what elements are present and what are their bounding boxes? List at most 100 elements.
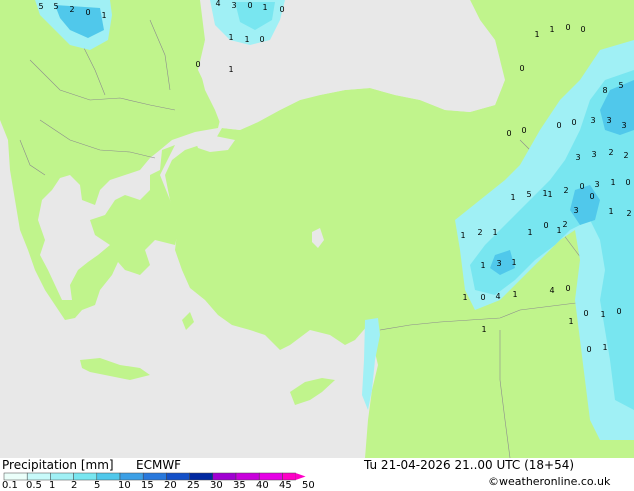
precipitation-map: 5 5 2 0 14 3 0 1 01 1 00111 0 00850 00 0 3 333 3 2 21 2 0 3 1 00… (0, 0, 634, 458)
precip-value-label: 1 (262, 3, 267, 12)
precip-value-label: 5 (53, 2, 58, 11)
colorbar-tick-label: 2 (71, 480, 78, 491)
precip-value-label: 1 (244, 35, 249, 44)
precip-value-label: 2 (626, 209, 631, 218)
colorbar-tick-label: 45 (279, 480, 292, 491)
precip-value-label: 3 (231, 1, 236, 10)
precip-value-label: 0 (625, 178, 630, 187)
colorbar-tick-label: 1 (49, 480, 56, 491)
colorbar-tick-label: 20 (164, 480, 177, 491)
precip-value-label: 1 (228, 65, 233, 74)
precip-value-label: 3 (575, 153, 580, 162)
precip-value-label: 2 (608, 148, 613, 157)
precip-value-label: 1 (527, 228, 532, 237)
precip-value-label: 0 (543, 221, 548, 230)
credit-text: ©weatheronline.co.uk (488, 475, 611, 488)
colorbar-segment (50, 472, 74, 481)
precip-value-label: 4 (495, 292, 500, 301)
colorbar-tick-label: 30 (210, 480, 223, 491)
precip-value-label: 3 (591, 150, 596, 159)
precip-value-label: 3 (573, 206, 578, 215)
precip-value-label: 0 (579, 182, 584, 191)
precip-value-label: 1 (228, 33, 233, 42)
precip-value-label: 0 (279, 5, 284, 14)
precip-value-label: 1 (460, 231, 465, 240)
colorbar-segment (26, 472, 51, 481)
precip-value-label: 1 (542, 189, 547, 198)
colorbar-segment (282, 472, 296, 481)
precip-value-label: 1 (480, 261, 485, 270)
precip-value-label: 1 (510, 193, 515, 202)
precip-value-label: 1 (602, 343, 607, 352)
colorbar-tick-label: 35 (233, 480, 246, 491)
precip-value-label: 1 (568, 317, 573, 326)
colorbar-segment (212, 472, 237, 481)
precip-value-label: 1 (549, 25, 554, 34)
colorbar-segment (235, 472, 260, 481)
precip-value-label: 0 (586, 345, 591, 354)
precip-value-label: 3 (594, 180, 599, 189)
precip-value-label: 3 (496, 259, 501, 268)
precip-value-label: 0 (519, 64, 524, 73)
precip-value-label: 3 (590, 116, 595, 125)
precip-value-label: 1 (534, 30, 539, 39)
precip-value-label: 8 (602, 86, 607, 95)
precip-value-label: 5 (526, 190, 531, 199)
colorbar-tick-label: 10 (118, 480, 131, 491)
precip-value-label: 1 (481, 325, 486, 334)
precip-value-label: 1 (492, 228, 497, 237)
forecast-datetime: Tu 21-04-2026 21..00 UTC (18+54) (364, 458, 575, 472)
precip-value-label: 0 (85, 8, 90, 17)
precip-value-label: 3 (621, 121, 626, 130)
precip-value-label: 1 (101, 11, 106, 20)
colorbar-segment (142, 472, 167, 481)
colorbar-segment (258, 472, 283, 481)
precip-value-label: 3 (606, 116, 611, 125)
colorbar-tick-label: 40 (256, 480, 269, 491)
precipitation-title: Precipitation [mm] (2, 458, 114, 472)
colorbar-segment (96, 472, 121, 481)
precip-value-label: 4 (215, 0, 220, 8)
precip-value-label: 0 (565, 284, 570, 293)
precip-value-label: 1 (556, 226, 561, 235)
precip-value-label: 0 (195, 60, 200, 69)
precip-value-label: 0 (565, 23, 570, 32)
precip-value-label: 1 (600, 310, 605, 319)
colorbar-segment (73, 472, 98, 481)
precip-value-label: 2 (477, 228, 482, 237)
precip-value-label: 0 (480, 293, 485, 302)
precip-value-label: 0 (259, 35, 264, 44)
colorbar-tick-label: 5 (94, 480, 101, 491)
precip-value-label: 2 (563, 186, 568, 195)
colorbar-tick-label: 0.1 (2, 480, 18, 491)
precip-value-label: 0 (589, 192, 594, 201)
precip-value-label: 0 (556, 121, 561, 130)
precip-value-label: 4 (549, 286, 554, 295)
precip-value-label: 1 (610, 178, 615, 187)
colorbar-arrow (295, 473, 306, 480)
precip-value-label: 0 (583, 309, 588, 318)
model-name: ECMWF (136, 458, 182, 472)
precip-value-label: 5 (618, 81, 623, 90)
colorbar-segment (166, 472, 190, 481)
colorbar-segment (189, 472, 214, 481)
colorbar-segment (119, 472, 144, 481)
precip-value-label: 1 (462, 293, 467, 302)
precip-value-label: 0 (616, 307, 621, 316)
colorbar-tick-label: 25 (187, 480, 200, 491)
colorbar-segment (3, 472, 28, 481)
precip-value-label: 0 (580, 25, 585, 34)
precip-value-label: 5 (38, 2, 43, 11)
precip-value-label: 0 (506, 129, 511, 138)
precip-value-label: 2 (562, 220, 567, 229)
precip-value-label: 1 (547, 190, 552, 199)
precip-value-label: 0 (571, 118, 576, 127)
precip-value-label: 0 (521, 126, 526, 135)
colorbar-tick-label: 0.5 (26, 480, 42, 491)
precip-value-label: 2 (69, 5, 74, 14)
precip-value-label: 1 (608, 207, 613, 216)
precip-value-label: 2 (623, 151, 628, 160)
precip-value-label: 1 (512, 290, 517, 299)
precip-value-label: 1 (511, 258, 516, 267)
precip-value-label: 0 (247, 1, 252, 10)
